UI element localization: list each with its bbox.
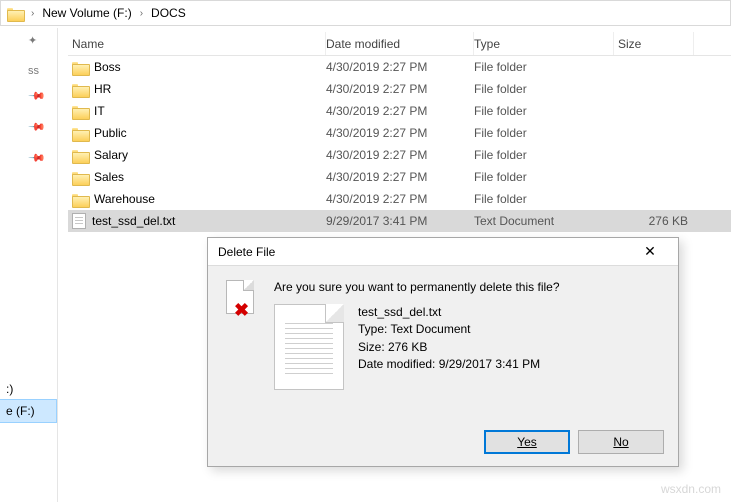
detail-filename: test_ssd_del.txt	[358, 304, 540, 321]
text-file-icon	[72, 213, 86, 229]
pin-icon: ✦	[28, 34, 57, 47]
file-date: 4/30/2019 2:27 PM	[326, 60, 474, 74]
dialog-prompt: Are you sure you want to permanently del…	[274, 280, 662, 294]
file-row[interactable]: Boss 4/30/2019 2:27 PMFile folder	[68, 56, 731, 78]
column-headers: Name Date modified Type Size	[68, 32, 731, 56]
file-date: 4/30/2019 2:27 PM	[326, 170, 474, 184]
file-row[interactable]: HR 4/30/2019 2:27 PMFile folder	[68, 78, 731, 100]
file-date: 4/30/2019 2:27 PM	[326, 104, 474, 118]
pin-icon: 📌	[28, 149, 58, 179]
file-name: Boss	[94, 60, 121, 74]
file-type: File folder	[474, 148, 614, 162]
folder-icon	[72, 192, 88, 206]
nav-tree-item[interactable]: :)	[0, 378, 56, 400]
pin-icon: 📌	[28, 118, 58, 148]
file-row[interactable]: test_ssd_del.txt 9/29/2017 3:41 PMText Do…	[68, 210, 731, 232]
file-type: File folder	[474, 104, 614, 118]
file-row[interactable]: Public 4/30/2019 2:27 PMFile folder	[68, 122, 731, 144]
folder-icon	[72, 170, 88, 184]
dialog-titlebar[interactable]: Delete File ✕	[208, 238, 678, 266]
detail-size: Size: 276 KB	[358, 339, 540, 356]
pin-icon: 📌	[28, 87, 58, 117]
file-date: 4/30/2019 2:27 PM	[326, 82, 474, 96]
file-row[interactable]: Salary 4/30/2019 2:27 PMFile folder	[68, 144, 731, 166]
file-row[interactable]: IT 4/30/2019 2:27 PMFile folder	[68, 100, 731, 122]
file-type: File folder	[474, 192, 614, 206]
file-row[interactable]: Sales 4/30/2019 2:27 PMFile folder	[68, 166, 731, 188]
chevron-right-icon[interactable]: ›	[134, 8, 149, 19]
detail-type: Type: Text Document	[358, 321, 540, 338]
breadcrumb-segment[interactable]: DOCS	[149, 6, 188, 20]
file-type: Text Document	[474, 214, 614, 228]
file-name: Public	[94, 126, 127, 140]
folder-icon	[72, 60, 88, 74]
column-header-size[interactable]: Size	[614, 32, 694, 55]
file-date: 4/30/2019 2:27 PM	[326, 192, 474, 206]
column-header-date[interactable]: Date modified	[326, 32, 474, 55]
file-name: Warehouse	[94, 192, 155, 206]
address-bar[interactable]: › New Volume (F:) › DOCS	[0, 0, 731, 26]
navigation-pane[interactable]: ✦ ss 📌 📌 📌 :) e (F:)	[0, 28, 58, 502]
file-name: Sales	[94, 170, 124, 184]
file-name: IT	[94, 104, 105, 118]
file-thumbnail-icon	[274, 304, 344, 390]
breadcrumb-segment[interactable]: New Volume (F:)	[40, 6, 133, 20]
file-type: File folder	[474, 170, 614, 184]
file-name: test_ssd_del.txt	[92, 214, 175, 228]
file-type: File folder	[474, 60, 614, 74]
file-name: HR	[94, 82, 111, 96]
folder-icon	[7, 6, 23, 20]
folder-icon	[72, 148, 88, 162]
file-details: test_ssd_del.txt Type: Text Document Siz…	[358, 304, 540, 390]
delete-file-dialog: Delete File ✕ ✖ Are you sure you want to…	[207, 237, 679, 467]
file-row[interactable]: Warehouse 4/30/2019 2:27 PMFile folder	[68, 188, 731, 210]
file-size: 276 KB	[614, 214, 694, 228]
delete-file-icon: ✖	[222, 280, 262, 324]
column-header-type[interactable]: Type	[474, 32, 614, 55]
nav-tree-item[interactable]: e (F:)	[0, 400, 56, 422]
close-icon[interactable]: ✕	[630, 241, 670, 263]
folder-icon	[72, 126, 88, 140]
file-date: 9/29/2017 3:41 PM	[326, 214, 474, 228]
folder-icon	[72, 104, 88, 118]
file-type: File folder	[474, 126, 614, 140]
detail-date: Date modified: 9/29/2017 3:41 PM	[358, 356, 540, 373]
watermark: wsxdn.com	[661, 482, 721, 496]
pin-icon: ss	[28, 65, 57, 77]
file-name: Salary	[94, 148, 128, 162]
column-header-name[interactable]: Name	[68, 32, 326, 55]
file-type: File folder	[474, 82, 614, 96]
no-button[interactable]: No	[578, 430, 664, 454]
folder-icon	[72, 82, 88, 96]
file-date: 4/30/2019 2:27 PM	[326, 148, 474, 162]
file-date: 4/30/2019 2:27 PM	[326, 126, 474, 140]
yes-button[interactable]: Yes	[484, 430, 570, 454]
dialog-title: Delete File	[218, 245, 275, 259]
chevron-right-icon[interactable]: ›	[25, 8, 40, 19]
